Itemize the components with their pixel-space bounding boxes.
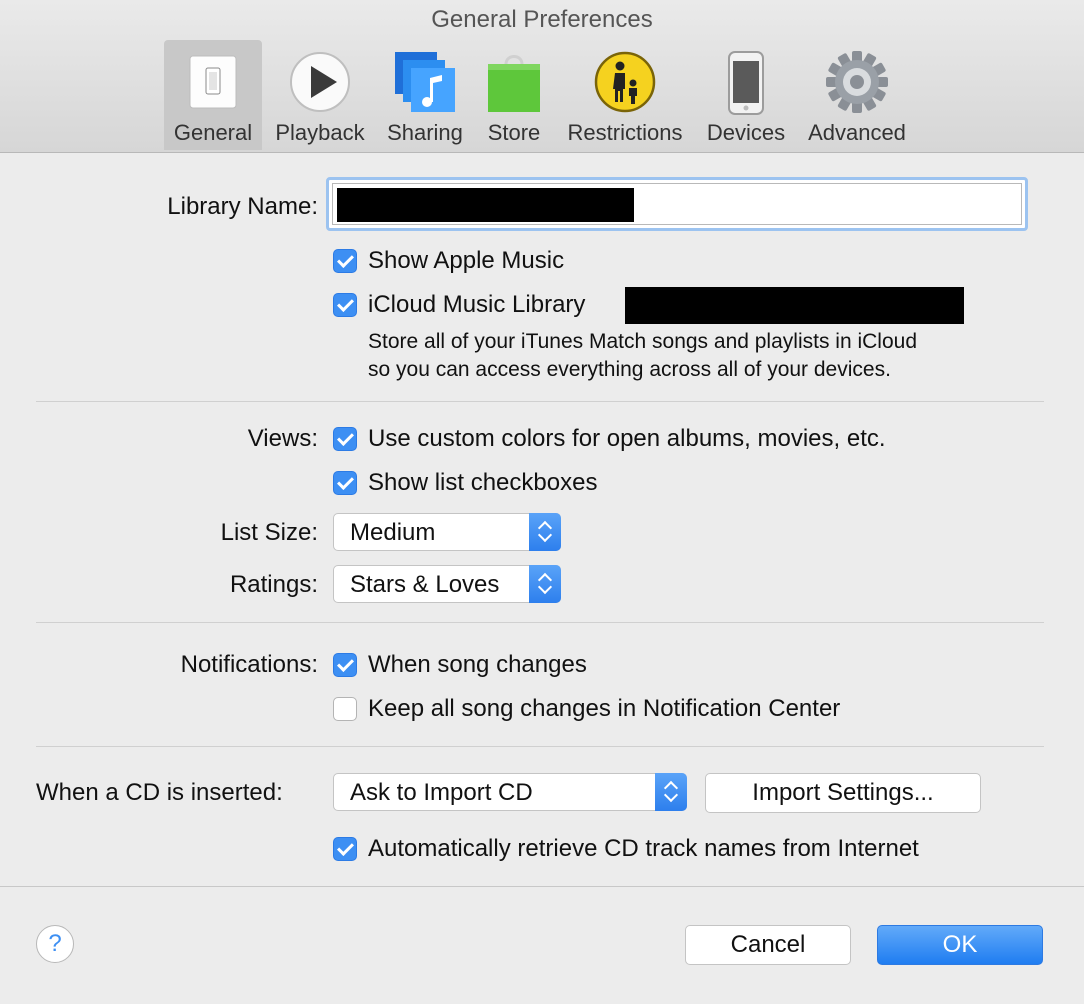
list-checkboxes-label[interactable]: Show list checkboxes (368, 469, 597, 497)
toolbar: General Preferences General Playback Sha… (0, 0, 1084, 153)
separator (36, 746, 1044, 747)
library-name-field[interactable] (326, 177, 1028, 231)
window-title: General Preferences (431, 6, 653, 33)
phone-icon (711, 46, 781, 118)
import-settings-button[interactable]: Import Settings... (705, 773, 981, 813)
list-checkboxes-checkbox[interactable] (333, 471, 357, 495)
keep-all-changes-checkbox[interactable] (333, 697, 357, 721)
song-changes-checkbox[interactable] (333, 653, 357, 677)
song-changes-label[interactable]: When song changes (368, 651, 587, 679)
show-apple-music-checkbox[interactable] (333, 249, 357, 273)
auto-retrieve-label[interactable]: Automatically retrieve CD track names fr… (368, 835, 919, 863)
custom-colors-label[interactable]: Use custom colors for open albums, movie… (368, 425, 886, 453)
tab-advanced[interactable]: Advanced (800, 40, 914, 150)
popup-arrows-icon (529, 565, 561, 603)
popup-arrows-icon (529, 513, 561, 551)
switch-icon (178, 46, 248, 118)
notifications-label: Notifications: (180, 651, 318, 678)
separator (36, 622, 1044, 623)
popup-arrows-icon (655, 773, 687, 811)
ok-button[interactable]: OK (877, 925, 1043, 965)
library-name-label: Library Name: (167, 193, 318, 220)
views-label: Views: (247, 425, 318, 452)
tab-playback[interactable]: Playback (266, 40, 374, 150)
cd-action-popup[interactable]: Ask to Import CD (333, 773, 687, 811)
cancel-button[interactable]: Cancel (685, 925, 851, 965)
tab-sharing[interactable]: Sharing (380, 40, 470, 150)
icloud-description-line2: so you can access everything across all … (368, 358, 891, 381)
gear-icon (822, 46, 892, 118)
parental-controls-icon (590, 46, 660, 118)
auto-retrieve-checkbox[interactable] (333, 837, 357, 861)
keep-all-changes-label[interactable]: Keep all song changes in Notification Ce… (368, 695, 840, 723)
tab-playback-label: Playback (275, 120, 365, 145)
icloud-music-library-label[interactable]: iCloud Music Library (368, 291, 585, 319)
sharing-icon (390, 46, 460, 118)
cd-inserted-label: When a CD is inserted: (36, 779, 283, 806)
custom-colors-checkbox[interactable] (333, 427, 357, 451)
list-size-popup[interactable]: Medium (333, 513, 561, 551)
show-apple-music-label[interactable]: Show Apple Music (368, 247, 564, 275)
help-button[interactable]: ? (36, 925, 74, 963)
tab-store-label: Store (487, 120, 541, 145)
tab-store[interactable]: Store (478, 40, 550, 150)
tab-devices-label: Devices (706, 120, 786, 145)
tab-advanced-label: Advanced (808, 120, 906, 145)
icloud-music-library-checkbox[interactable] (333, 293, 357, 317)
icloud-description-line1: Store all of your iTunes Match songs and… (368, 330, 917, 353)
ratings-label: Ratings: (229, 571, 318, 598)
ratings-popup[interactable]: Stars & Loves (333, 565, 561, 603)
icloud-account-redaction (625, 287, 964, 324)
tab-devices[interactable]: Devices (700, 40, 792, 150)
list-size-value: Medium (350, 519, 436, 546)
play-icon (285, 46, 355, 118)
library-name-redaction (337, 188, 634, 222)
shopping-bag-icon (479, 46, 549, 118)
tab-sharing-label: Sharing (387, 120, 463, 145)
ratings-value: Stars & Loves (350, 571, 500, 598)
cd-action-value: Ask to Import CD (350, 779, 533, 806)
list-size-label: List Size: (220, 519, 318, 546)
tab-general-label: General (173, 120, 253, 145)
footer-separator (0, 886, 1084, 887)
tab-restrictions-label: Restrictions (567, 120, 683, 145)
tab-general[interactable]: General (164, 40, 262, 150)
separator (36, 401, 1044, 402)
tab-restrictions[interactable]: Restrictions (558, 40, 692, 150)
